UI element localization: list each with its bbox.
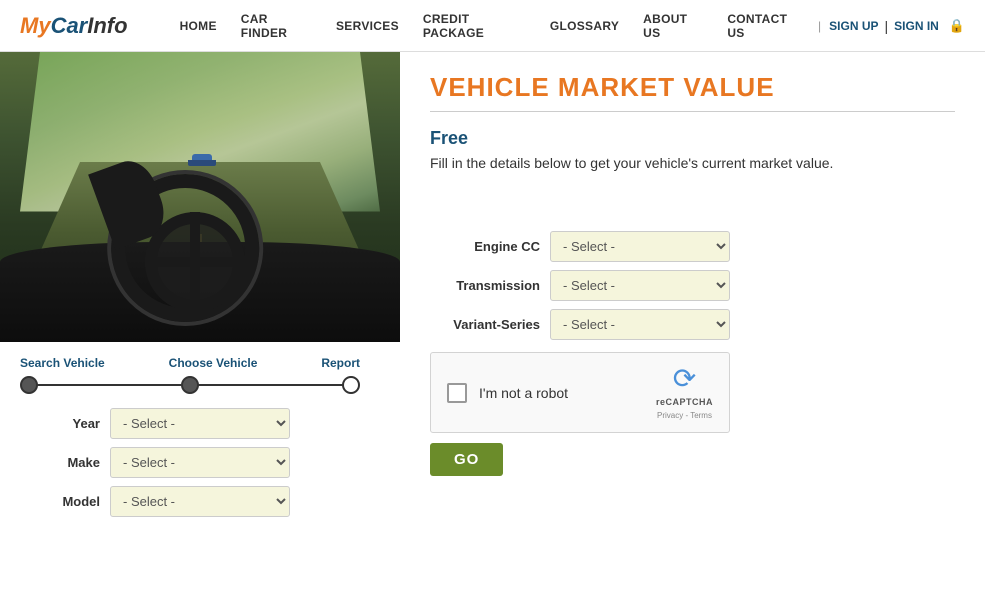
- nav-car-finder[interactable]: CAR FINDER: [229, 0, 324, 52]
- year-select[interactable]: - Select -: [110, 408, 290, 439]
- step-1-label[interactable]: Search Vehicle: [20, 356, 105, 370]
- variant-series-label: Variant-Series: [430, 317, 540, 332]
- transmission-select[interactable]: - Select -: [550, 270, 730, 301]
- form-group-make: Make - Select -: [10, 447, 390, 478]
- go-button-wrapper: GO: [430, 443, 955, 476]
- logo-my: My: [20, 13, 51, 38]
- nav-auth: SIGN UP | SIGN IN 🔒: [825, 18, 965, 34]
- recaptcha-brand: reCAPTCHA: [656, 397, 713, 407]
- lock-icon: 🔒: [949, 18, 965, 34]
- form-group-transmission: Transmission - Select -: [430, 270, 955, 301]
- model-label: Model: [10, 494, 100, 509]
- signup-link[interactable]: SIGN UP: [825, 19, 882, 33]
- model-select[interactable]: - Select -: [110, 486, 290, 517]
- free-label: Free: [430, 128, 955, 149]
- captcha-container: I'm not a robot ⟳ reCAPTCHA Privacy - Te…: [430, 352, 955, 433]
- page-title: VEHICLE MARKET VALUE: [430, 72, 955, 103]
- year-label: Year: [10, 416, 100, 431]
- step-2-label[interactable]: Choose Vehicle: [169, 356, 258, 370]
- left-form-fields: Year - Select - Make - Select - Model - …: [0, 404, 400, 535]
- signin-link[interactable]: SIGN IN: [890, 19, 943, 33]
- captcha-checkbox[interactable]: [447, 383, 467, 403]
- make-label: Make: [10, 455, 100, 470]
- step-dot-1[interactable]: [20, 376, 38, 394]
- nav-glossary[interactable]: GLOSSARY: [538, 0, 631, 52]
- logo[interactable]: MyCarInfo: [20, 13, 128, 39]
- progress-bar: [20, 376, 360, 394]
- engine-cc-label: Engine CC: [430, 239, 540, 254]
- left-column: Search Vehicle Choose Vehicle Report Yea…: [0, 52, 400, 535]
- description: Fill in the details below to get your ve…: [430, 155, 955, 171]
- main-layout: Search Vehicle Choose Vehicle Report Yea…: [0, 52, 985, 535]
- main-nav: HOME CAR FINDER SERVICES CREDIT PACKAGE …: [168, 0, 826, 52]
- captcha-left: I'm not a robot: [447, 383, 568, 403]
- nav-home[interactable]: HOME: [168, 0, 229, 52]
- recaptcha-links: Privacy - Terms: [657, 411, 712, 420]
- form-group-year: Year - Select -: [10, 408, 390, 439]
- form-group-variant-series: Variant-Series - Select -: [430, 309, 955, 340]
- far-car: [192, 154, 212, 166]
- captcha-text: I'm not a robot: [479, 385, 568, 401]
- windshield: [0, 52, 400, 212]
- step-dot-2[interactable]: [181, 376, 199, 394]
- transmission-label: Transmission: [430, 278, 540, 293]
- title-divider: [430, 111, 955, 112]
- step-3-label[interactable]: Report: [321, 356, 360, 370]
- nav-services[interactable]: SERVICES: [324, 0, 411, 52]
- engine-cc-select[interactable]: - Select -: [550, 231, 730, 262]
- variant-series-select[interactable]: - Select -: [550, 309, 730, 340]
- logo-car: Car: [51, 13, 88, 38]
- captcha-right: ⟳ reCAPTCHA Privacy - Terms: [656, 365, 713, 420]
- logo-info: Info: [87, 13, 127, 38]
- make-select[interactable]: - Select -: [110, 447, 290, 478]
- nav-about-us[interactable]: ABOUT US: [631, 0, 715, 52]
- header: MyCarInfo HOME CAR FINDER SERVICES CREDI…: [0, 0, 985, 52]
- auth-separator: |: [885, 18, 889, 34]
- recaptcha-icon: ⟳: [673, 365, 696, 393]
- right-form-fields: Engine CC - Select - Transmission - Sele…: [430, 231, 955, 476]
- car-image: [0, 52, 400, 342]
- go-button[interactable]: GO: [430, 443, 503, 476]
- form-group-engine-cc: Engine CC - Select -: [430, 231, 955, 262]
- captcha-box: I'm not a robot ⟳ reCAPTCHA Privacy - Te…: [430, 352, 730, 433]
- steps-labels: Search Vehicle Choose Vehicle Report: [20, 356, 360, 370]
- steps-area: Search Vehicle Choose Vehicle Report: [0, 342, 400, 404]
- form-group-model: Model - Select -: [10, 486, 390, 517]
- step-dot-3[interactable]: [342, 376, 360, 394]
- nav-divider: |: [814, 19, 825, 33]
- right-column: VEHICLE MARKET VALUE Free Fill in the de…: [400, 52, 985, 535]
- nav-credit-package[interactable]: CREDIT PACKAGE: [411, 0, 538, 52]
- nav-contact-us[interactable]: CONTACT US: [715, 0, 814, 52]
